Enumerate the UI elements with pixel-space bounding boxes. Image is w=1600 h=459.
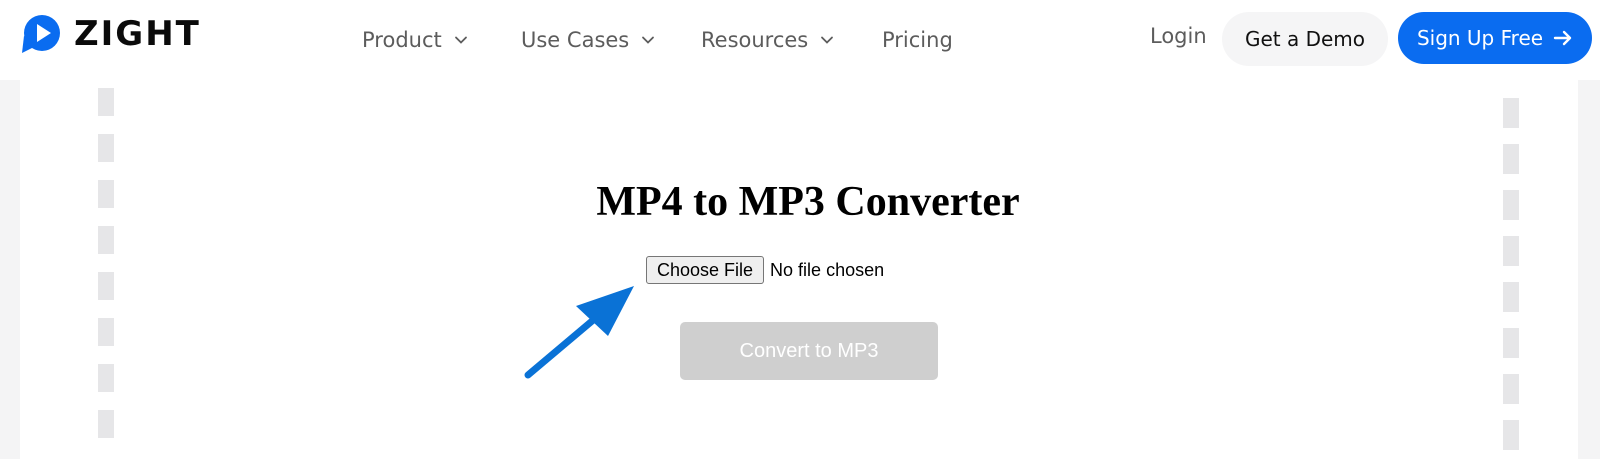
convert-button[interactable]: Convert to MP3 [680,322,938,380]
chevron-down-icon [642,36,655,44]
nav-item-label: Pricing [882,28,953,52]
brand-logo[interactable]: ZIGHT [20,14,201,54]
nav-item-resources[interactable]: Resources [701,26,834,54]
annotation-arrow-icon [524,286,634,379]
nav-item-pricing[interactable]: Pricing [882,26,953,54]
get-demo-button[interactable]: Get a Demo [1222,12,1388,66]
convert-label: Convert to MP3 [739,339,879,362]
zight-logo-icon [22,15,60,53]
nav-item-label: Use Cases [521,28,630,52]
page-title: MP4 to MP3 Converter [596,179,1020,225]
sign-up-label: Sign Up Free [1416,26,1544,50]
right-page-margin [1578,80,1600,459]
choose-file-button[interactable]: Choose File [646,256,765,284]
file-status-text: No file chosen [770,259,885,280]
login-link[interactable]: Login [1150,24,1207,52]
file-input[interactable]: Choose File No file chosen [646,256,884,284]
arrow-right-icon [1553,30,1572,46]
nav-item-label: Resources [701,28,809,52]
chevron-down-icon [454,36,467,44]
nav-item-product[interactable]: Product [362,26,468,54]
page: ZIGHT Product Use Cases Resources Pricin… [0,0,1600,459]
site-header: ZIGHT Product Use Cases Resources Pricin… [0,0,1600,80]
chevron-down-icon [821,36,834,44]
nav-item-use-cases[interactable]: Use Cases [521,26,655,54]
get-demo-label: Get a Demo [1244,27,1366,51]
left-page-margin [0,80,20,459]
left-decorative-dashes [98,88,114,438]
sign-up-button[interactable]: Sign Up Free [1398,12,1592,64]
brand-name: ZIGHT [74,14,201,54]
right-decorative-dashes [1503,98,1519,450]
choose-file-label: Choose File [657,259,754,280]
nav-item-label: Product [362,28,442,52]
